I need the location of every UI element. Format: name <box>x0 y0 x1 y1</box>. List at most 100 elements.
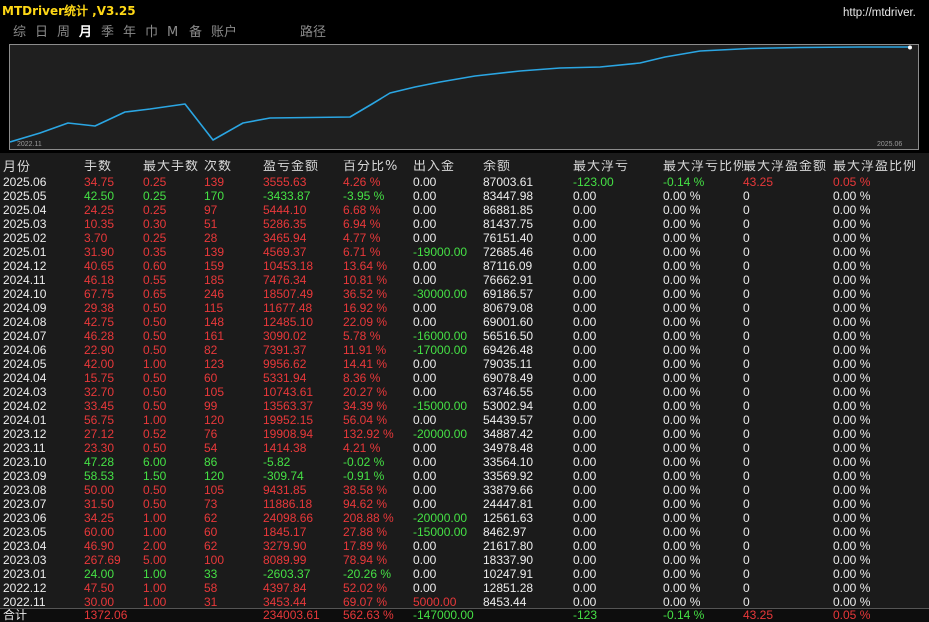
cell-max-floating-loss-pct: 0.00 % <box>663 455 701 469</box>
cell-trades: 185 <box>204 273 225 287</box>
cell-max-floating-loss: 0.00 <box>573 329 597 343</box>
cell-profit: 7476.34 <box>263 273 307 287</box>
tab-summary[interactable]: 综 <box>13 26 26 40</box>
website-link[interactable]: http://mtdriver. <box>843 6 929 20</box>
cell-max-floating-profit-pct: 0.00 % <box>833 553 871 567</box>
cell-max-floating-profit: 0 <box>743 497 750 511</box>
cell-balance: 34887.42 <box>483 427 534 441</box>
cell-percent: 78.94 % <box>343 553 388 567</box>
cell-month: 2025.02 <box>3 231 47 245</box>
cell-percent: 4.26 % <box>343 175 381 189</box>
tab-month[interactable]: 月 <box>79 26 92 40</box>
cell-trades: 148 <box>204 315 225 329</box>
cell-max-lots: 5.00 <box>143 553 167 567</box>
cell-max-floating-loss: 0.00 <box>573 469 597 483</box>
cell-month: 2023.03 <box>3 553 47 567</box>
cell-balance: 76151.40 <box>483 231 534 245</box>
tab-week[interactable]: 周 <box>57 26 70 40</box>
cell-deposit-withdrawal: -20000.00 <box>413 427 468 441</box>
cell-deposit-withdrawal: 0.00 <box>413 441 437 455</box>
cell-max-lots: 1.50 <box>143 469 167 483</box>
tab-magic[interactable]: M <box>167 26 178 40</box>
cell-percent: 17.89 % <box>343 539 388 553</box>
cell-percent: 4.77 % <box>343 231 381 245</box>
cell-deposit-withdrawal: 5000.00 <box>413 595 457 609</box>
cell-profit: 3465.94 <box>263 231 307 245</box>
cell-max-lots: 0.50 <box>143 343 167 357</box>
cell-percent: -0.02 % <box>343 455 385 469</box>
cell-lots: 46.18 <box>84 273 115 287</box>
table-row: 2023.05 60.00 1.00 60 1845.17 27.88 % -15000.0… <box>0 525 929 539</box>
cell-max-floating-loss-pct: 0.00 % <box>663 189 701 203</box>
cell-balance: 83447.98 <box>483 189 534 203</box>
cell-deposit-withdrawal: 0.00 <box>413 217 437 231</box>
cell-trades: 139 <box>204 175 225 189</box>
tab-symbol[interactable]: 巾 <box>145 26 158 40</box>
cell-balance: 87116.09 <box>483 259 533 273</box>
tab-day[interactable]: 日 <box>35 26 48 40</box>
table-row: 2023.07 31.50 0.50 73 11886.18 94.62 % 0.00 244… <box>0 497 929 511</box>
cell-trades: 60 <box>204 371 218 385</box>
cell-month: 2024.10 <box>3 287 47 301</box>
cell-deposit-withdrawal: 0.00 <box>413 273 437 287</box>
cell-profit: -309.74 <box>263 469 304 483</box>
cell-max-floating-profit: 0 <box>743 581 750 595</box>
cell-max-floating-profit-pct: 0.05 % <box>833 175 871 189</box>
table-row: 2023.08 50.00 0.50 105 9431.85 38.58 % 0.00 338… <box>0 483 929 497</box>
cell-max-floating-loss-pct: 0.00 % <box>663 497 701 511</box>
cell-max-lots: 0.50 <box>143 385 167 399</box>
column-header-deposit-withdrawal: 出入金 <box>413 160 456 174</box>
cell-trades: 170 <box>204 189 225 203</box>
cell-profit: 5331.94 <box>263 371 307 385</box>
cell-max-floating-loss-pct: -0.14 % <box>663 175 705 189</box>
cell-lots: 58.53 <box>84 469 115 483</box>
cell-month: 2024.08 <box>3 315 47 329</box>
cell-balance: 12851.28 <box>483 581 534 595</box>
cell-profit: 10743.61 <box>263 385 314 399</box>
cell-lots: 22.90 <box>84 343 115 357</box>
cell-max-floating-loss-pct: 0.00 % <box>663 553 701 567</box>
cell-max-floating-profit: 0 <box>743 385 750 399</box>
cell-lots: 60.00 <box>84 525 115 539</box>
cell-percent: 27.88 % <box>343 525 388 539</box>
cell-max-floating-loss-pct: 0.00 % <box>663 231 701 245</box>
cell-profit: 10453.18 <box>263 259 314 273</box>
cell-deposit-withdrawal: 0.00 <box>413 231 437 245</box>
cell-max-lots: 0.55 <box>143 273 167 287</box>
cell-trades: 54 <box>204 441 218 455</box>
cell-percent: 6.71 % <box>343 245 381 259</box>
cell-max-floating-loss: 0.00 <box>573 595 597 609</box>
cell-max-floating-loss-pct: 0.00 % <box>663 245 701 259</box>
tab-account[interactable]: 账户 <box>211 26 237 40</box>
column-header-percent: 百分比% <box>343 160 399 174</box>
cell-max-floating-loss-pct: 0.00 % <box>663 217 701 231</box>
cell-deposit-withdrawal: 0.00 <box>413 469 437 483</box>
cell-month: 2023.05 <box>3 525 47 539</box>
cell-profit: 11886.18 <box>263 497 313 511</box>
cell-percent: -20.26 % <box>343 567 392 581</box>
cell-max-floating-loss-pct: 0.00 % <box>663 483 701 497</box>
cell-deposit-withdrawal: 0.00 <box>413 385 437 399</box>
cell-percent: 11.91 % <box>343 343 387 357</box>
cell-month: 2023.11 <box>3 441 46 455</box>
cell-max-floating-loss-pct: 0.00 % <box>663 329 701 343</box>
cell-deposit-withdrawal: -17000.00 <box>413 343 468 357</box>
tab-year[interactable]: 年 <box>123 26 136 40</box>
cell-max-lots: 0.60 <box>143 259 167 273</box>
table-row: 2024.08 42.75 0.50 148 12485.10 22.09 % 0.00 69… <box>0 315 929 329</box>
cell-max-floating-profit-pct: 0.00 % <box>833 525 871 539</box>
cell-balance: 80679.08 <box>483 301 534 315</box>
cell-month: 2023.09 <box>3 469 47 483</box>
tab-comment[interactable]: 备 <box>189 26 202 40</box>
tab-path[interactable]: 路径 <box>300 26 326 40</box>
tab-quarter[interactable]: 季 <box>101 26 114 40</box>
cell-profit: 18507.49 <box>263 287 314 301</box>
table-row: 2022.11 30.00 1.00 31 3453.44 69.07 % 5000.00 8… <box>0 595 929 609</box>
cell-max-lots: 0.50 <box>143 483 167 497</box>
cell-max-lots: 0.25 <box>143 231 167 245</box>
column-header-max-floating-profit-pct: 最大浮盈比例 <box>833 160 918 174</box>
cell-month: 2023.04 <box>3 539 47 553</box>
cell-max-floating-profit-pct: 0.00 % <box>833 455 871 469</box>
cell-max-floating-profit: 0 <box>743 315 750 329</box>
table-row: 2024.01 56.75 1.00 120 19952.15 56.04 % 0.00 54… <box>0 413 929 427</box>
